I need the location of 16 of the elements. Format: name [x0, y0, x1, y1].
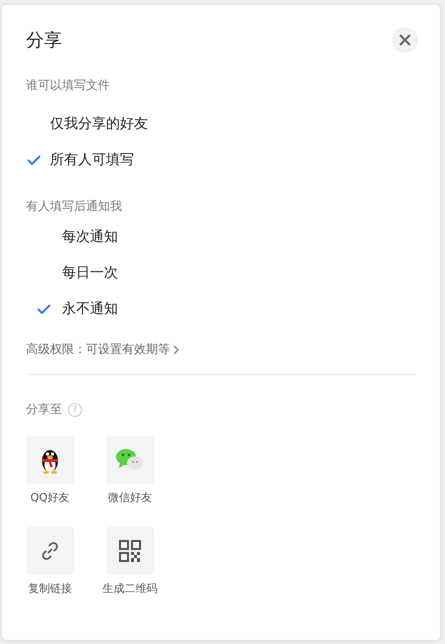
notify-option[interactable]: 每日一次: [26, 255, 416, 291]
section-label: 分享至: [26, 401, 62, 418]
section-label: 有人填写后通知我: [26, 198, 123, 215]
close-icon: [399, 34, 411, 46]
close-button[interactable]: [392, 27, 418, 53]
section-label: 谁可以填写文件: [26, 77, 111, 94]
link-icon: [39, 540, 61, 562]
chevron-right-icon: [173, 344, 179, 354]
notify-option[interactable]: 永不通知: [26, 291, 416, 327]
advanced-permissions-link[interactable]: 高级权限：可设置有效期等: [26, 341, 179, 358]
permission-option[interactable]: 所有人可填写: [26, 142, 416, 178]
dialog-title: 分享: [26, 29, 62, 52]
chat-bubbles-icon: [115, 448, 145, 472]
permission-option[interactable]: 仅我分享的好友: [26, 106, 416, 142]
qr-code-icon: [119, 540, 141, 562]
notify-option[interactable]: 每次通知: [26, 219, 416, 255]
